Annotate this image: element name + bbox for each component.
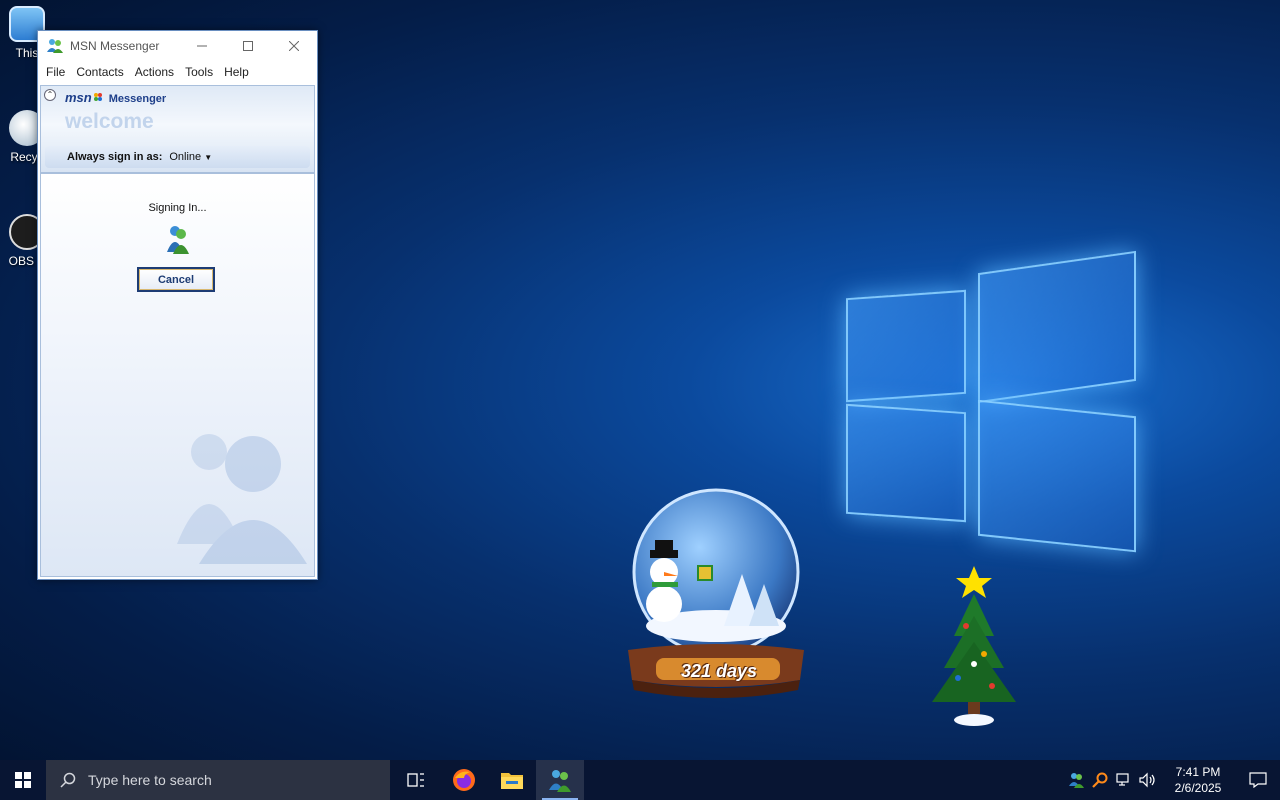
msn-buddy-icon [167, 226, 189, 254]
msn-buddy-icon [1069, 773, 1084, 788]
cancel-button[interactable]: Cancel [137, 267, 215, 292]
clock-time: 7:41 PM [1175, 765, 1221, 779]
msn-logo-text: msn [65, 90, 92, 105]
butterfly-icon [93, 93, 102, 101]
collapse-header-button[interactable]: ⌃ [44, 89, 56, 101]
window-title: MSN Messenger [70, 39, 160, 53]
magnifier-icon [1092, 772, 1108, 788]
christmas-tree-icon [932, 566, 1016, 726]
status-value: Online [169, 151, 202, 163]
signin-status-bar: Always sign in as: Online ▼ [45, 146, 310, 168]
menu-tools[interactable]: Tools [181, 65, 220, 79]
menu-actions[interactable]: Actions [131, 65, 181, 79]
task-view-button[interactable] [392, 760, 440, 800]
network-tray-button[interactable] [1112, 760, 1136, 800]
msn-logo: msn Messenger [65, 90, 166, 105]
maximize-button[interactable] [225, 31, 271, 61]
msn-watermark-icon [177, 434, 307, 564]
notification-icon [1249, 772, 1267, 788]
christmas-tree-widget[interactable] [926, 566, 1022, 730]
menu-bar: File Contacts Actions Tools Help [38, 61, 317, 83]
firefox-taskbar-button[interactable] [440, 760, 488, 800]
window-titlebar[interactable]: MSN Messenger [38, 31, 317, 61]
speaker-icon [1139, 772, 1155, 788]
signin-progress-panel: Signing In... Cancel [40, 173, 315, 577]
signing-in-text: Signing In... [148, 202, 207, 214]
minimize-button[interactable] [179, 31, 225, 61]
folder-icon [501, 773, 523, 789]
menu-contacts[interactable]: Contacts [72, 65, 130, 79]
menu-help[interactable]: Help [220, 65, 256, 79]
windows-logo-wallpaper [830, 250, 1150, 560]
taskbar-clock[interactable]: 7:41 PM 2/6/2025 [1160, 764, 1236, 796]
msn-buddy-icon [47, 39, 63, 53]
search-icon [60, 772, 76, 788]
maximize-icon [243, 41, 253, 51]
network-icon [1116, 773, 1129, 786]
file-explorer-taskbar-button[interactable] [488, 760, 536, 800]
welcome-heading: welcome [65, 110, 154, 133]
search-placeholder: Type here to search [88, 772, 212, 788]
messenger-logo-text: Messenger [108, 93, 167, 105]
msn-tray-button[interactable] [1064, 760, 1088, 800]
snow-globe-widget[interactable]: 321 days [614, 486, 818, 706]
countdown-label: 321 days [680, 661, 758, 681]
task-view-icon [407, 773, 424, 787]
system-tray: 7:41 PM 2/6/2025 [1064, 760, 1280, 800]
firefox-icon [453, 769, 475, 791]
msn-messenger-window[interactable]: MSN Messenger File Contacts Actions Tool… [37, 30, 318, 580]
signin-status-dropdown[interactable]: Online ▼ [169, 151, 212, 163]
close-icon [289, 41, 299, 51]
dropdown-arrow-icon: ▼ [204, 153, 213, 162]
start-button[interactable] [0, 760, 46, 800]
msn-messenger-taskbar-button[interactable] [536, 760, 584, 800]
chevron-up-icon: ⌃ [46, 90, 54, 99]
msn-buddy-icon [549, 770, 571, 792]
action-center-button[interactable] [1236, 760, 1280, 800]
windows-start-icon [15, 772, 31, 788]
search-tray-button[interactable] [1088, 760, 1112, 800]
msn-header-panel: ⌃ msn Messenger welcome Always sign in a… [40, 85, 315, 173]
taskbar: Type here to search 7:41 PM 2/6/2025 [0, 760, 1280, 800]
close-button[interactable] [271, 31, 317, 61]
minimize-icon [197, 45, 207, 47]
clock-date: 2/6/2025 [1174, 781, 1222, 795]
signin-label: Always sign in as: [67, 151, 163, 163]
menu-file[interactable]: File [42, 65, 72, 79]
taskbar-search-box[interactable]: Type here to search [46, 760, 390, 800]
volume-tray-button[interactable] [1136, 760, 1160, 800]
desktop-icon-label: This [15, 46, 39, 60]
